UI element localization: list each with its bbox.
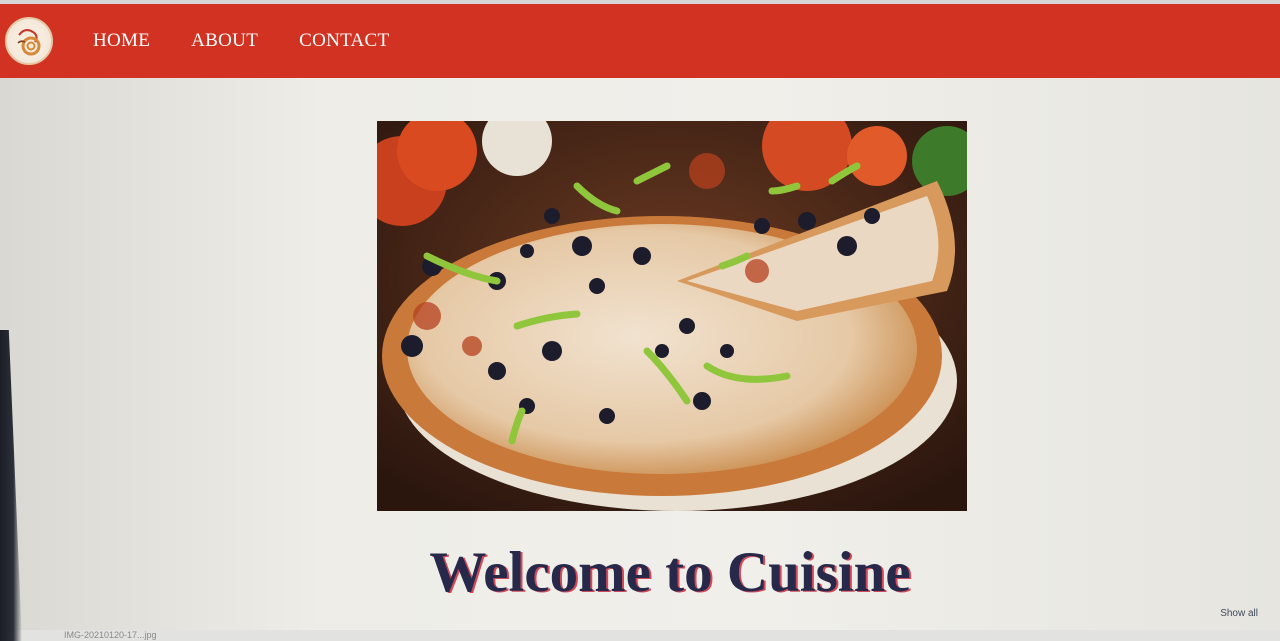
navbar: HOME ABOUT CONTACT — [0, 4, 1280, 78]
chef-logo-icon[interactable] — [5, 17, 53, 65]
show-all-link[interactable]: Show all — [1220, 608, 1258, 619]
nav-home-link[interactable]: HOME — [93, 30, 150, 52]
nav-about-link[interactable]: ABOUT — [191, 30, 258, 52]
download-bar: IMG-20210120-17...jpg — [0, 630, 1280, 641]
nav-contact-link[interactable]: CONTACT — [299, 30, 389, 52]
download-file-name[interactable]: IMG-20210120-17...jpg — [64, 630, 157, 640]
welcome-heading: Welcome to Cuisine — [429, 541, 911, 604]
hero-pizza-image — [377, 121, 967, 511]
